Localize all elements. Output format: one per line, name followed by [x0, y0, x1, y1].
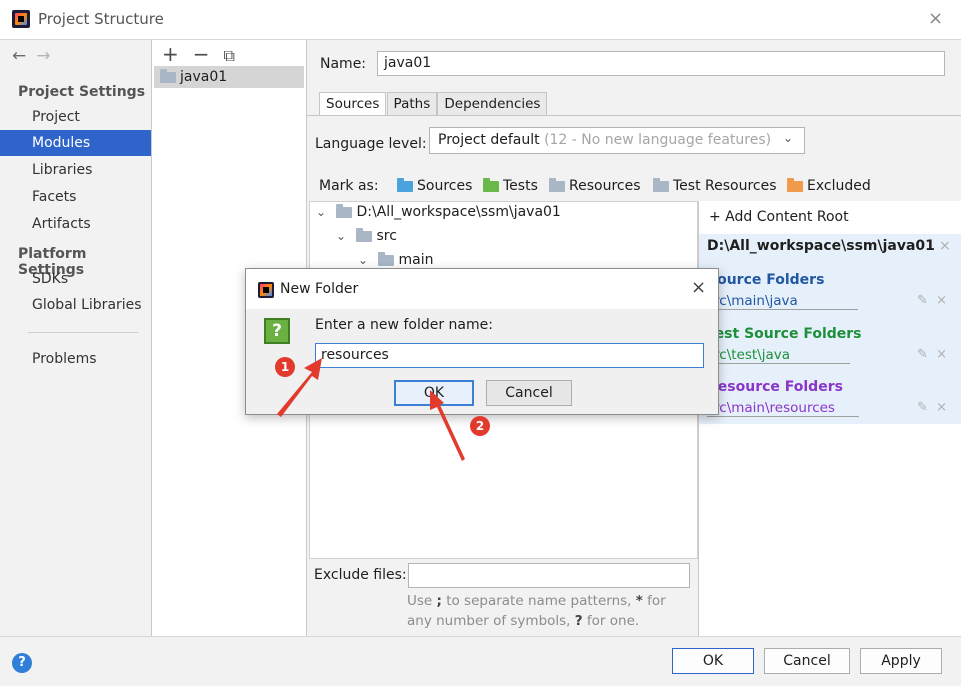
tab-divider — [307, 115, 961, 116]
step-badge-1: 1 — [275, 357, 295, 377]
mark-sources-button[interactable]: Sources — [397, 177, 473, 194]
chevron-down-icon[interactable]: ⌄ — [336, 229, 346, 243]
module-name-field[interactable]: java01 — [377, 51, 945, 76]
folder-name-input[interactable]: resources — [315, 343, 704, 368]
tree-src-label: src — [376, 228, 397, 244]
close-icon[interactable]: × — [928, 8, 943, 29]
folder-icon — [336, 203, 353, 218]
module-folder-icon — [160, 69, 176, 83]
mark-as-label: Mark as: — [319, 178, 379, 194]
dialog-cancel-button[interactable]: Cancel — [486, 380, 572, 406]
resources-folder-icon — [549, 177, 565, 192]
project-settings-heading: Project Settings — [18, 84, 146, 100]
apply-button[interactable]: Apply — [860, 648, 942, 674]
test-resources-folder-icon — [653, 177, 669, 192]
dialog-prompt: Enter a new folder name: — [315, 317, 493, 333]
module-toolbar: + − ⧉ — [162, 42, 249, 66]
tree-main-label: main — [398, 252, 434, 268]
content-root-path: D:\All_workspace\ssm\java01 — [707, 238, 935, 254]
dialog-title-bar: New Folder × — [246, 269, 718, 309]
intellij-icon — [12, 10, 30, 28]
mark-tests-label: Tests — [503, 178, 538, 194]
settings-nav: ← → Project Settings Project Modules Libr… — [0, 40, 152, 636]
nav-item-project[interactable]: Project — [0, 104, 151, 130]
add-icon[interactable]: + — [162, 42, 179, 66]
add-content-root-button[interactable]: + Add Content Root — [709, 209, 849, 225]
close-icon[interactable]: × — [691, 277, 706, 298]
nav-item-modules[interactable]: Modules — [0, 130, 151, 156]
tests-folder-icon — [483, 177, 499, 192]
test-folders-heading: Test Source Folders — [707, 326, 862, 342]
mark-excluded-label: Excluded — [807, 178, 871, 194]
cancel-button[interactable]: Cancel — [764, 648, 850, 674]
nav-item-sdks[interactable]: SDKs — [0, 266, 151, 292]
dialog-button-bar: ? OK Cancel Apply — [0, 636, 961, 686]
language-level-select[interactable]: Project default (12 - No new language fe… — [429, 127, 805, 154]
nav-arrows: ← → — [12, 46, 61, 66]
name-label: Name: — [320, 56, 367, 72]
intellij-icon — [258, 282, 274, 298]
tree-root-label: D:\All_workspace\ssm\java01 — [356, 204, 561, 220]
language-level-hint: (12 - No new language features) — [544, 132, 772, 148]
ok-button[interactable]: OK — [672, 648, 754, 674]
dialog-title: New Folder — [280, 281, 359, 297]
help-icon[interactable]: ? — [12, 653, 32, 673]
folder-icon — [356, 227, 373, 242]
chevron-down-icon[interactable]: ⌄ — [316, 205, 326, 219]
mark-excluded-button[interactable]: Excluded — [787, 177, 871, 194]
sources-folder-icon — [397, 177, 413, 192]
nav-divider — [28, 332, 138, 333]
title-bar: Project Structure × — [0, 0, 961, 40]
dialog-ok-button[interactable]: OK — [394, 380, 474, 406]
resource-folder-tools[interactable]: ✎ × — [917, 400, 947, 415]
language-level-value: Project default — [438, 132, 540, 148]
chevron-down-icon[interactable]: ⌄ — [358, 253, 368, 267]
mark-resources-label: Resources — [569, 178, 641, 194]
tree-row-root[interactable]: ⌄ D:\All_workspace\ssm\java01 — [316, 203, 561, 220]
source-folder-path[interactable]: src\main\java — [707, 293, 858, 310]
tab-paths[interactable]: Paths — [386, 92, 438, 116]
nav-item-artifacts[interactable]: Artifacts — [0, 211, 151, 237]
source-folders-heading: Source Folders — [707, 272, 825, 288]
copy-icon[interactable]: ⧉ — [224, 46, 235, 65]
mark-tests-button[interactable]: Tests — [483, 177, 538, 194]
content-root-box: D:\All_workspace\ssm\java01 × Source Fol… — [699, 234, 961, 424]
module-tabs: Sources Paths Dependencies — [319, 92, 548, 116]
nav-item-problems[interactable]: Problems — [0, 346, 151, 372]
test-folder-tools[interactable]: ✎ × — [917, 347, 947, 362]
mark-resources-button[interactable]: Resources — [549, 177, 641, 194]
tree-row-src[interactable]: ⌄ src — [336, 227, 397, 244]
test-folder-path[interactable]: src\test\java — [707, 347, 851, 364]
resource-folder-path[interactable]: src\main\resources — [707, 400, 859, 417]
tab-sources[interactable]: Sources — [319, 92, 387, 116]
mark-test-resources-label: Test Resources — [673, 178, 777, 194]
nav-item-facets[interactable]: Facets — [0, 184, 151, 210]
exclude-files-field[interactable] — [408, 563, 690, 588]
remove-icon[interactable]: − — [193, 42, 210, 66]
forward-arrow-icon[interactable]: → — [36, 46, 50, 66]
resource-folders-heading: Resource Folders — [707, 379, 843, 395]
exclude-files-hint: Use ; to separate name patterns, * for a… — [407, 593, 666, 629]
mark-test-resources-button[interactable]: Test Resources — [653, 177, 777, 194]
exclude-files-label: Exclude files: — [314, 567, 407, 583]
language-level-label: Language level: — [315, 136, 427, 152]
content-roots-panel: + Add Content Root D:\All_workspace\ssm\… — [698, 201, 961, 636]
module-item-java01[interactable]: java01 — [154, 66, 304, 88]
window-title: Project Structure — [38, 10, 164, 28]
nav-item-libraries[interactable]: Libraries — [0, 157, 151, 183]
question-icon: ? — [264, 318, 290, 344]
source-folder-tools[interactable]: ✎ × — [917, 293, 947, 308]
mark-sources-label: Sources — [417, 178, 473, 194]
tree-row-main[interactable]: ⌄ main — [358, 251, 434, 268]
step-badge-2: 2 — [470, 416, 490, 436]
tab-dependencies[interactable]: Dependencies — [437, 92, 548, 116]
excluded-folder-icon — [787, 177, 803, 192]
module-name: java01 — [180, 69, 228, 85]
new-folder-dialog: New Folder × ? Enter a new folder name: … — [245, 268, 719, 415]
nav-item-global-libraries[interactable]: Global Libraries — [0, 292, 151, 318]
folder-icon — [378, 251, 395, 266]
remove-root-icon[interactable]: × — [939, 238, 951, 254]
back-arrow-icon[interactable]: ← — [12, 46, 26, 66]
chevron-down-icon[interactable]: ⌄ — [783, 131, 793, 145]
